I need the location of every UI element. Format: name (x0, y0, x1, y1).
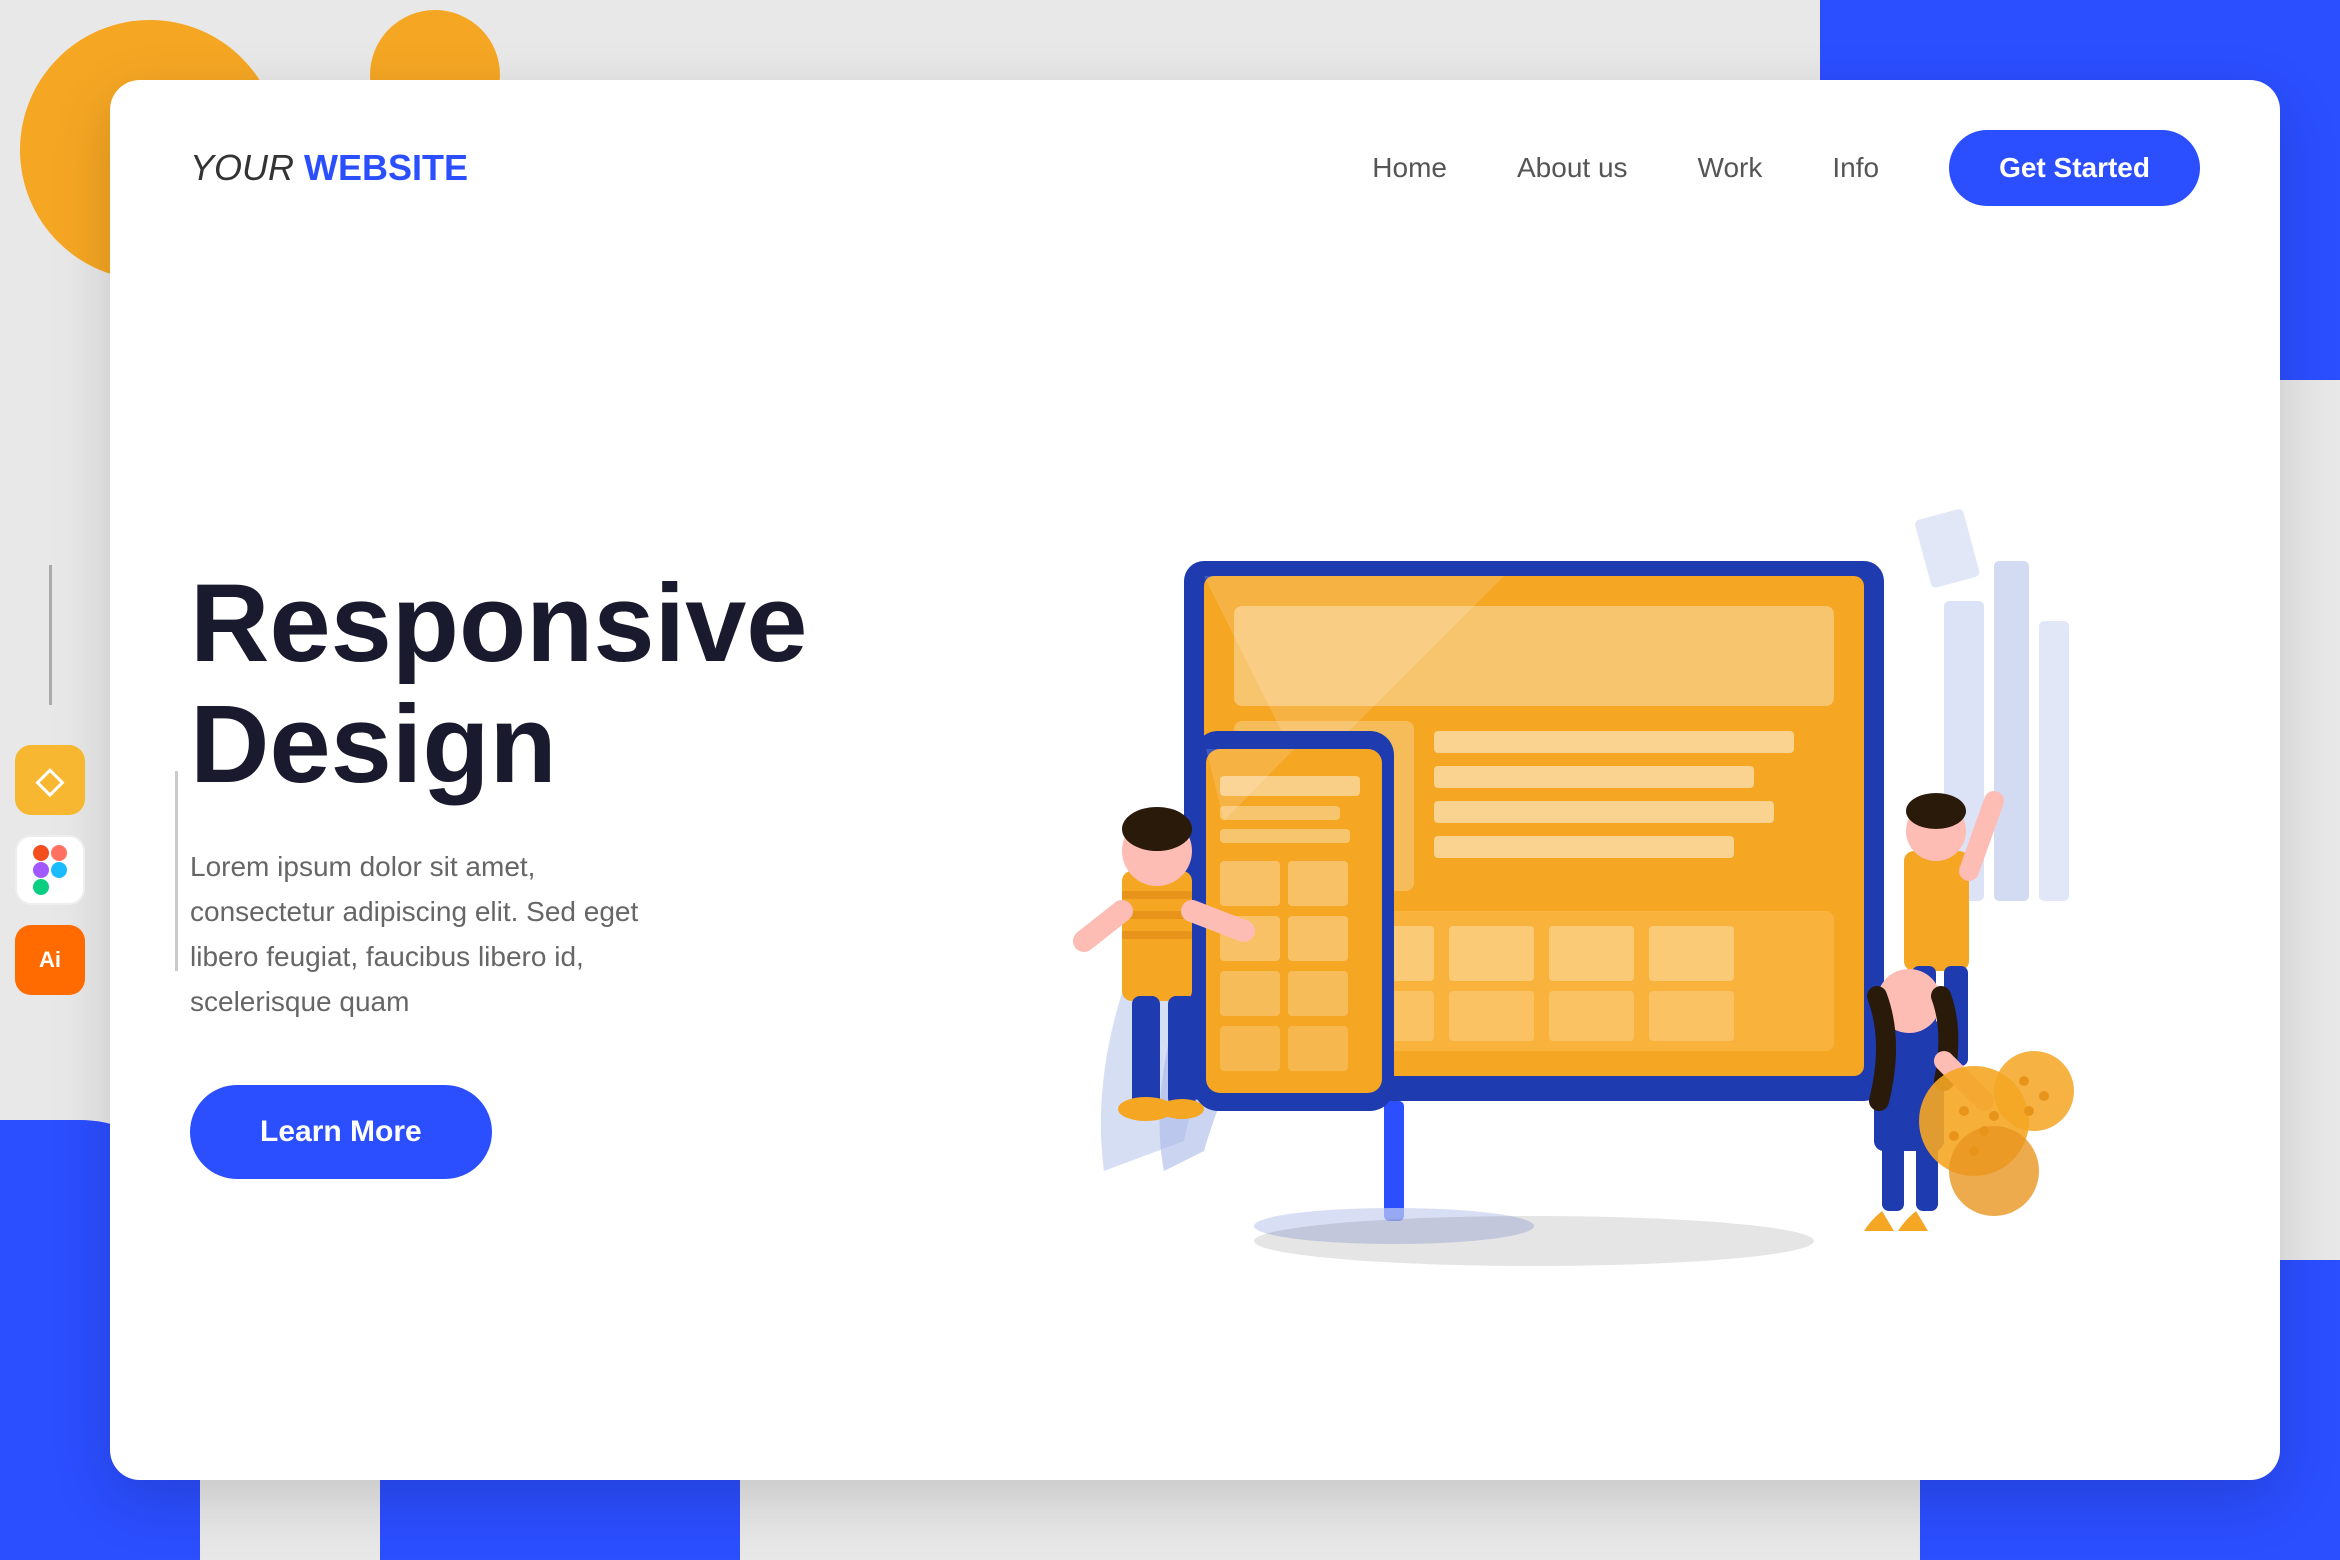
learn-more-button[interactable]: Learn More (190, 1085, 492, 1179)
nav-link-home[interactable]: Home (1372, 152, 1447, 184)
ai-tool-icon[interactable]: Ai (15, 925, 85, 995)
get-started-button[interactable]: Get Started (1949, 130, 2200, 206)
figma-icon-svg (33, 845, 67, 895)
logo[interactable]: YOUR WEBSITE (190, 147, 468, 189)
sketch-icon-label: ◇ (36, 759, 64, 801)
hero-title-line2: Design (190, 683, 557, 806)
main-card: YOUR WEBSITE Home About us Work Info Get… (110, 80, 2280, 1480)
hero-title-line1: Responsive (190, 562, 807, 685)
logo-text-bold: WEBSITE (304, 147, 468, 188)
main-nav: YOUR WEBSITE Home About us Work Info Get… (110, 80, 2280, 236)
hero-description: Lorem ipsum dolor sit amet, consectetur … (190, 845, 670, 1024)
hero-left-content: Responsive Design Lorem ipsum dolor sit … (190, 563, 807, 1178)
nav-link-work[interactable]: Work (1698, 152, 1763, 184)
sidebar-divider (49, 565, 52, 705)
hero-svg-illustration (904, 421, 2104, 1321)
nav-link-info[interactable]: Info (1832, 152, 1879, 184)
sketch-tool-icon[interactable]: ◇ (15, 745, 85, 815)
vertical-accent-line (175, 771, 178, 971)
hero-illustration (807, 296, 2200, 1446)
logo-text-regular: YOUR (190, 147, 304, 188)
hero-section: Responsive Design Lorem ipsum dolor sit … (110, 236, 2280, 1480)
hero-title: Responsive Design (190, 563, 807, 805)
figma-tool-icon[interactable] (15, 835, 85, 905)
sidebar-toolbar: ◇ Ai (0, 565, 100, 995)
nav-link-about[interactable]: About us (1517, 152, 1628, 184)
nav-links: Home About us Work Info Get Started (1372, 130, 2200, 206)
ai-icon-label: Ai (39, 947, 61, 973)
